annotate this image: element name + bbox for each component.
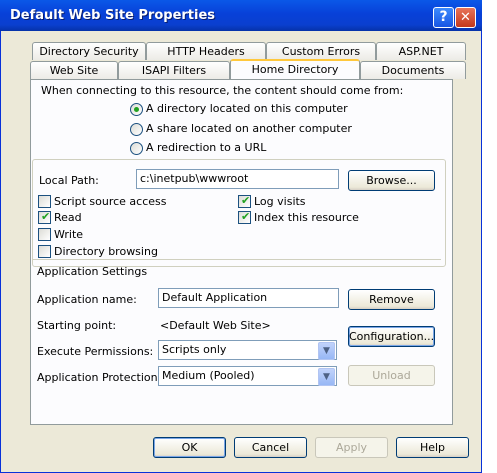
radio-network-share[interactable] (130, 123, 143, 136)
help-icon[interactable]: ? (433, 7, 454, 28)
application-name-input[interactable]: Default Application (158, 288, 339, 308)
application-settings-heading: Application Settings (37, 265, 148, 278)
radio-local-directory-label[interactable]: A directory located on this computer (146, 102, 348, 115)
tab-aspnet[interactable]: ASP.NET (376, 42, 466, 60)
apply-button: Apply (315, 437, 388, 458)
tab-home-directory[interactable]: Home Directory (230, 59, 360, 79)
application-protection-select[interactable]: Medium (Pooled) ▼ (158, 366, 337, 386)
cancel-button[interactable]: Cancel (234, 437, 307, 458)
log-visits-label[interactable]: Log visits (254, 195, 306, 208)
chevron-down-icon[interactable]: ▼ (318, 342, 335, 360)
checkbox-directory-browsing[interactable] (38, 245, 51, 258)
starting-point-value: <Default Web Site> (160, 319, 271, 332)
background-strip (482, 0, 497, 473)
local-path-input[interactable]: c:\inetpub\wwwroot (136, 169, 339, 189)
window-title: Default Web Site Properties (10, 8, 216, 23)
checkmark-icon: ✔ (41, 210, 51, 223)
browse-button[interactable]: Browse... (348, 170, 435, 191)
content-source-prompt: When connecting to this resource, the co… (41, 84, 404, 97)
ok-button[interactable]: OK (153, 437, 226, 458)
execute-permissions-select[interactable]: Scripts only ▼ (158, 340, 337, 360)
directory-browsing-label[interactable]: Directory browsing (54, 245, 158, 258)
checkbox-script-source-access[interactable] (38, 195, 51, 208)
checkmark-icon: ✔ (241, 194, 251, 207)
checkmark-icon: ✔ (241, 210, 251, 223)
execute-permissions-label: Execute Permissions: (37, 345, 154, 358)
help-button[interactable]: Help (396, 437, 469, 458)
read-label[interactable]: Read (54, 211, 82, 224)
radio-network-share-label[interactable]: A share located on another computer (146, 122, 352, 135)
application-name-label: Application name: (37, 293, 137, 306)
chevron-down-icon[interactable]: ▼ (318, 368, 335, 386)
execute-permissions-value: Scripts only (162, 343, 227, 356)
radio-local-directory[interactable] (130, 103, 143, 116)
unload-button: Unload (348, 365, 435, 386)
checkbox-write[interactable] (38, 228, 51, 241)
script-source-access-label[interactable]: Script source access (54, 195, 167, 208)
write-label[interactable]: Write (54, 228, 83, 241)
remove-button[interactable]: Remove (348, 289, 435, 310)
checkbox-log-visits[interactable]: ✔ (238, 194, 251, 208)
tab-isapi-filters[interactable]: ISAPI Filters (118, 61, 230, 79)
application-protection-value: Medium (Pooled) (162, 369, 255, 382)
checkbox-index-resource[interactable]: ✔ (238, 210, 251, 224)
local-path-label: Local Path: (39, 174, 99, 187)
radio-url-redirection[interactable] (130, 142, 143, 155)
tab-web-site[interactable]: Web Site (30, 61, 118, 79)
application-protection-label: Application Protection: (37, 371, 162, 384)
configuration-button[interactable]: Configuration... (348, 326, 435, 347)
tab-documents[interactable]: Documents (360, 61, 466, 79)
starting-point-label: Starting point: (37, 319, 117, 332)
tab-custom-errors[interactable]: Custom Errors (266, 42, 376, 60)
radio-selected-dot (134, 107, 139, 112)
index-resource-label[interactable]: Index this resource (254, 211, 359, 224)
tab-http-headers[interactable]: HTTP Headers (146, 42, 266, 60)
checkbox-read[interactable]: ✔ (38, 210, 51, 224)
close-icon[interactable]: ✕ (455, 7, 476, 28)
tab-directory-security[interactable]: Directory Security (32, 42, 146, 60)
radio-url-redirection-label[interactable]: A redirection to a URL (146, 141, 266, 154)
group-separator (33, 259, 441, 260)
